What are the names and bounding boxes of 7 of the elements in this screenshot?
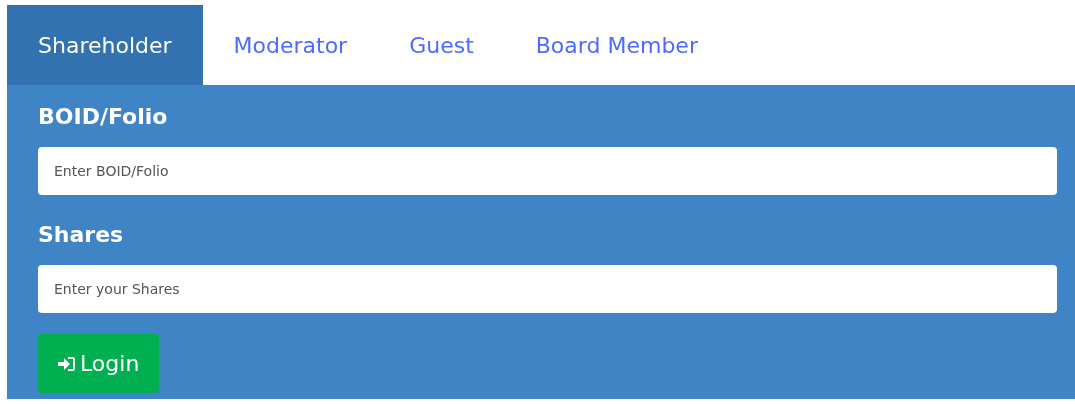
input-field[interactable]: Enter BOID/Folio — [38, 147, 1057, 195]
login-icon — [58, 355, 76, 372]
tab[interactable]: Shareholder — [7, 5, 203, 85]
login-button[interactable]: Login — [38, 334, 160, 393]
field-label: BOID/Folio — [38, 103, 169, 131]
field-label: Shares — [38, 221, 125, 249]
input-field[interactable]: Enter your Shares — [38, 265, 1057, 313]
